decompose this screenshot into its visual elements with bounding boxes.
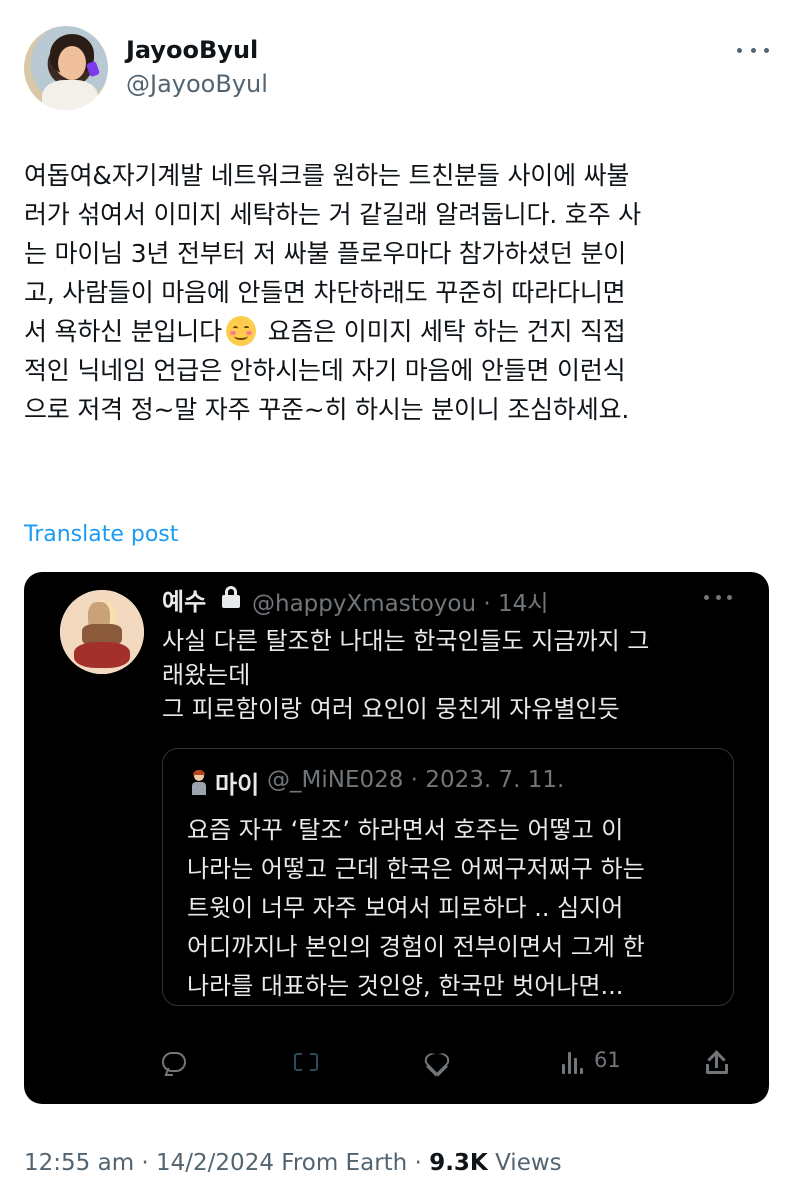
quoted-views-count[interactable]: 61 xyxy=(594,1048,621,1072)
more-options-icon[interactable] xyxy=(737,38,769,62)
like-heart-icon[interactable] xyxy=(424,1046,454,1078)
avatar-shirt xyxy=(42,80,98,110)
author-avatar[interactable] xyxy=(24,26,108,110)
nested-author-avatar[interactable] xyxy=(191,770,207,795)
timestamp-source[interactable]: 12:55 am · 14/2/2024 From Earth · xyxy=(24,1150,429,1176)
retweet-icon[interactable] xyxy=(294,1046,324,1078)
tweet-text: 여돕여&자기계발 네트워크를 원하는 트친분들 사이에 싸불 러가 섞여서 이미… xyxy=(24,156,769,429)
smiling-face-emoji-icon xyxy=(225,316,256,346)
views-chart-icon[interactable] xyxy=(562,1046,586,1074)
avatar-accent xyxy=(85,60,101,78)
nested-author-name[interactable]: 마이 xyxy=(215,765,259,800)
quoted-author-name[interactable]: 예수 xyxy=(162,582,206,617)
nested-author-handle-date[interactable]: @_MiNE028 · 2023. 7. 11. xyxy=(267,767,564,793)
author-handle[interactable]: @JayooByul xyxy=(126,70,268,98)
author-display-name[interactable]: JayooByul xyxy=(126,36,258,64)
nested-quoted-tweet-card[interactable]: 마이 @_MiNE028 · 2023. 7. 11. 요즘 자꾸 ‘탈조’ 하… xyxy=(162,748,734,1006)
quoted-more-options-icon[interactable] xyxy=(704,592,732,602)
reply-icon[interactable] xyxy=(162,1046,190,1078)
quoted-tweet-card[interactable]: 예수 @happyXmastoyou · 14시 사실 다른 탈조한 나대는 한… xyxy=(24,572,769,1104)
tweet-header: JayooByul @JayooByul xyxy=(24,24,769,114)
protected-lock-icon xyxy=(222,586,240,608)
views-label: Views xyxy=(487,1150,562,1176)
quoted-author-avatar[interactable] xyxy=(60,590,144,674)
quoted-tweet-text: 사실 다른 탈조한 나대는 한국인들도 지금까지 그 래왔는데 그 피로함이랑 … xyxy=(162,627,650,723)
views-count[interactable]: 9.3K xyxy=(429,1150,488,1176)
tweet-metadata: 12:55 am · 14/2/2024 From Earth · 9.3K V… xyxy=(24,1150,562,1176)
nested-tweet-text: 요즘 자꾸 ‘탈조’ 하라면서 호주는 어떻고 이 나라는 어떻고 근데 한국은… xyxy=(187,816,645,1000)
avatar-face xyxy=(58,46,86,80)
translate-post-link[interactable]: Translate post xyxy=(24,522,178,547)
quoted-author-handle-time[interactable]: @happyXmastoyou · 14시 xyxy=(252,584,548,618)
quoted-action-bar: 61 xyxy=(162,1046,742,1078)
share-icon[interactable] xyxy=(706,1046,732,1078)
